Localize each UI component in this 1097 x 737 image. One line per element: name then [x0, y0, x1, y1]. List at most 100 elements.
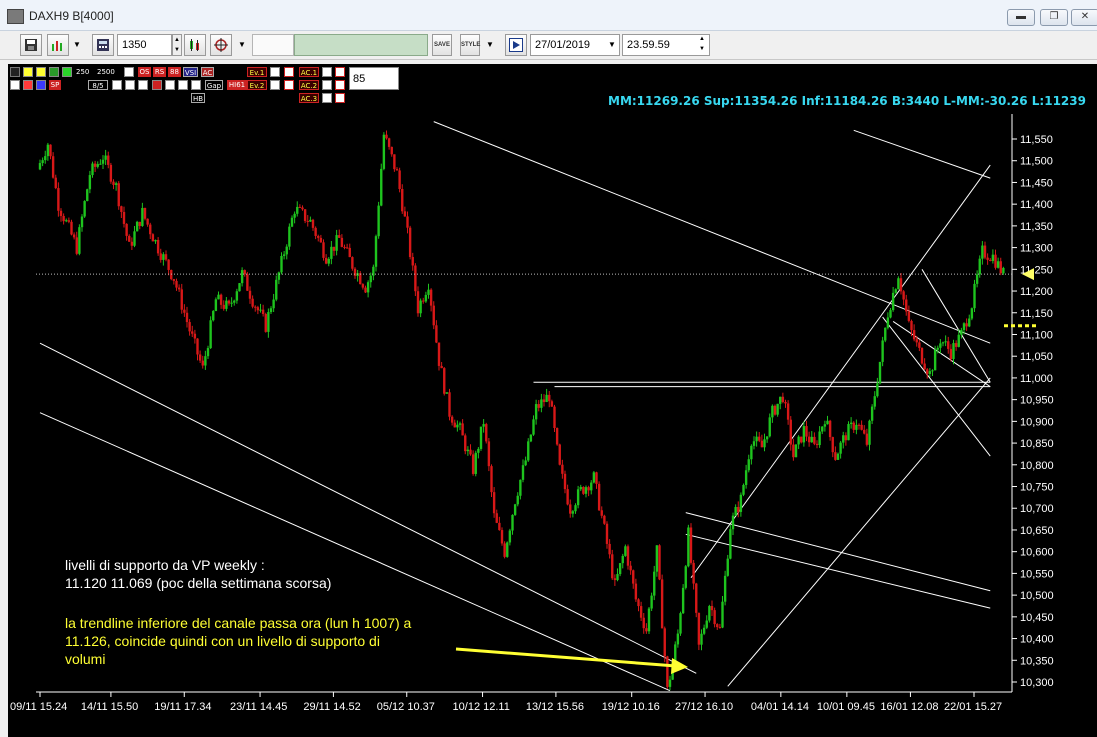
color-swatch[interactable] [23, 67, 33, 77]
candle-down [201, 360, 204, 366]
chevron-down-icon[interactable]: ▼ [486, 34, 496, 56]
checkbox-icon[interactable] [322, 80, 332, 90]
color-swatch[interactable] [36, 80, 46, 90]
checkbox-icon[interactable] [191, 80, 201, 90]
empty-field[interactable] [252, 34, 294, 56]
minimize-button[interactable]: ▬ [1007, 9, 1035, 26]
candle-up [679, 613, 682, 634]
ev2-button[interactable]: Ev.2 [247, 80, 267, 90]
candle-down [319, 237, 323, 243]
candle-up [897, 278, 900, 290]
bar-chart-icon[interactable] [47, 34, 69, 56]
play-icon[interactable] [505, 34, 527, 56]
candle-down [198, 354, 202, 361]
candle-down [786, 403, 790, 420]
ac2-button[interactable]: AC.2 [299, 80, 319, 90]
candle-down [713, 610, 716, 625]
color-swatch[interactable] [10, 67, 20, 77]
time-tick-label: 27/12 16.10 [675, 701, 733, 713]
ac-button[interactable]: AC [201, 67, 214, 77]
hb-button[interactable]: HB [191, 93, 205, 103]
candle-up [952, 343, 955, 360]
checkbox-icon[interactable] [178, 80, 188, 90]
ac1-button[interactable]: AC.1 [299, 67, 319, 77]
checkbox-icon[interactable] [152, 80, 162, 90]
sp-button[interactable]: SP [49, 80, 61, 90]
candle-up [206, 348, 210, 357]
vsi-button[interactable]: VSI [183, 67, 198, 77]
os-button[interactable]: OS [138, 67, 151, 77]
candle-down [860, 424, 863, 430]
color-swatch[interactable] [36, 67, 46, 77]
calculator-icon[interactable] [92, 34, 114, 56]
checkbox-icon[interactable] [138, 80, 148, 90]
candle-up [721, 601, 724, 628]
close-x-icon[interactable] [284, 80, 294, 90]
gap-button[interactable]: Gap [205, 80, 223, 90]
candle-up [939, 343, 942, 348]
candle-up [508, 530, 512, 543]
bars-count-stepper[interactable]: ▲ ▼ [172, 34, 182, 56]
hi61-button[interactable]: HI61 [227, 80, 247, 90]
calendar-dropdown-icon[interactable]: ▼ [604, 34, 620, 56]
candle-down [385, 134, 388, 139]
color-swatch[interactable] [23, 80, 33, 90]
save-template-button[interactable]: SAVE [432, 34, 452, 56]
close-x-icon[interactable] [335, 67, 345, 77]
candles-icon[interactable] [184, 34, 206, 56]
close-button[interactable]: ✕ [1071, 9, 1097, 26]
candle-down [800, 436, 803, 443]
candle-down [492, 492, 496, 514]
candle-up [209, 320, 212, 349]
save-disk-icon[interactable] [20, 34, 42, 56]
crosshair-icon[interactable] [210, 34, 232, 56]
value-input[interactable]: 85 [349, 67, 399, 90]
checkbox-icon[interactable] [270, 80, 280, 90]
checkbox-icon[interactable] [125, 80, 135, 90]
close-x-icon[interactable] [335, 80, 345, 90]
checkbox-icon[interactable] [322, 93, 332, 103]
candle-up [382, 134, 386, 169]
candle-up [802, 426, 806, 443]
style-button[interactable]: STYLE [460, 34, 480, 56]
ev1-button[interactable]: Ev.1 [247, 67, 267, 77]
candle-up [579, 486, 582, 490]
bars-count-input[interactable]: 1350 [117, 34, 172, 56]
chevron-down-icon[interactable]: ▼ [238, 34, 248, 56]
candle-down [72, 234, 76, 238]
price-chart[interactable]: 11,550 11,500 11,450 11,400 11,350 11,300 11,2… [8, 64, 1097, 737]
88-button[interactable]: 88 [168, 67, 181, 77]
restore-button[interactable]: ❐ [1040, 9, 1068, 26]
close-x-icon[interactable] [335, 93, 345, 103]
color-swatch[interactable] [49, 67, 59, 77]
price-tick-label: 10,800 [1020, 460, 1054, 472]
time-stepper[interactable]: ▲ ▼ [694, 34, 710, 56]
candle-down [359, 273, 362, 285]
candle-down [863, 429, 866, 434]
ac3-button[interactable]: AC.3 [299, 93, 319, 103]
candle-up [534, 404, 538, 420]
checkbox-icon[interactable] [165, 80, 175, 90]
color-swatch[interactable] [62, 67, 72, 77]
candle-up [78, 227, 81, 254]
candle-up [842, 435, 845, 443]
checkbox-icon[interactable] [124, 67, 134, 77]
chevron-down-icon[interactable]: ▼ [73, 34, 85, 56]
candle-up [655, 545, 659, 572]
candle-down [414, 265, 417, 292]
checkbox-icon[interactable] [270, 67, 280, 77]
candle-down [180, 289, 183, 310]
period-short: 250 [76, 68, 90, 76]
candle-down [569, 504, 572, 514]
color-swatch[interactable] [10, 80, 20, 90]
candle-down [264, 313, 267, 332]
ratio-button[interactable]: 8/5 [88, 80, 108, 90]
close-x-icon[interactable] [284, 67, 294, 77]
candle-down [435, 325, 438, 343]
candle-up [366, 282, 370, 293]
candle-up [282, 254, 286, 256]
checkbox-icon[interactable] [112, 80, 122, 90]
checkbox-icon[interactable] [322, 67, 332, 77]
candle-down [689, 527, 693, 563]
rs-button[interactable]: RS [153, 67, 166, 77]
